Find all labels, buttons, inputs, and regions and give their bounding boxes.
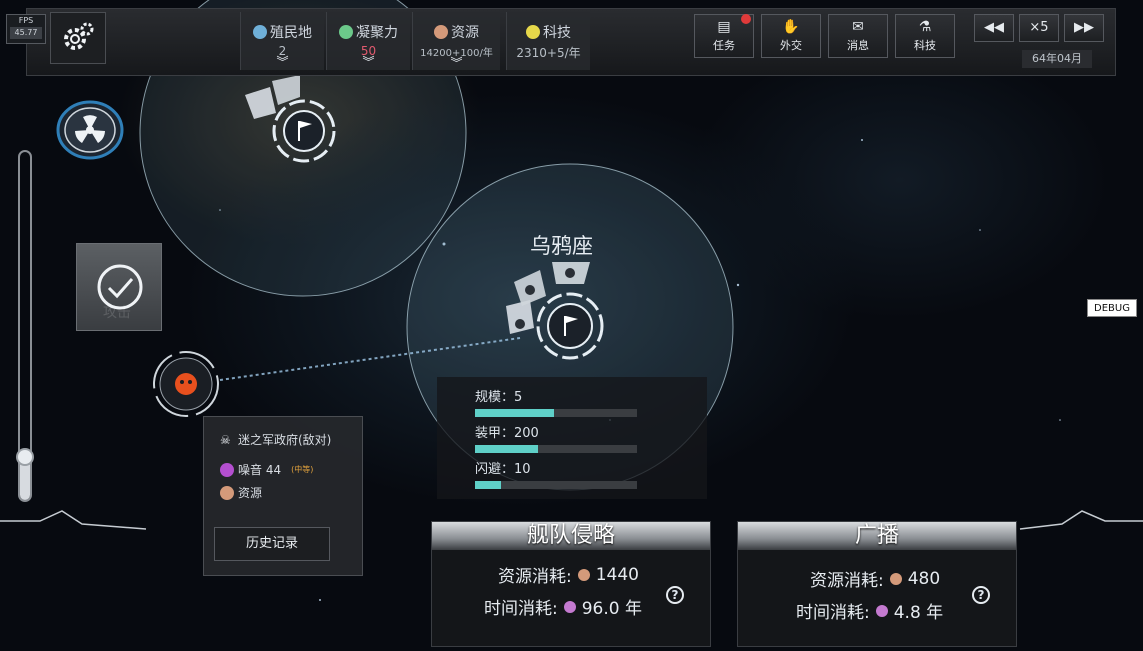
radiation-button[interactable] (56, 100, 124, 160)
faction-row: ☠ 迷之军政府(敌对) (220, 431, 332, 448)
fleet-evasion-label: 闪避：10 (475, 462, 531, 477)
menu-button-tech[interactable]: ⚗ 科技 (895, 14, 955, 58)
fleet-evasion-bar (475, 481, 637, 489)
action-fleet-invasion[interactable]: 舰队侵略 资源消耗: 1440 时间消耗: 96.0 年 ? (431, 521, 711, 647)
fleet-armor-label: 装甲：200 (475, 426, 539, 441)
time-label: 时间消耗: (796, 603, 870, 623)
cost-label: 资源消耗: (498, 567, 572, 587)
tech-icon (526, 25, 540, 39)
noise-row: 噪音 44 (中等) (220, 461, 314, 478)
fleet-scale-label: 规模：5 (475, 390, 523, 405)
resource-label: 资源 (238, 486, 263, 500)
menu-label: 外交 (780, 39, 802, 52)
resource-icon (220, 485, 234, 500)
cost-row: 资源消耗: 480 (810, 566, 941, 592)
fast-forward-button[interactable]: ▶▶ (1064, 14, 1104, 42)
constellation-name: 乌鸦座 (530, 234, 593, 258)
zoom-slider-fill (20, 460, 30, 500)
stat-label: 科技 (543, 25, 571, 41)
menu-button-messages[interactable]: ✉ 消息 (828, 14, 888, 58)
help-icon[interactable]: ? (666, 586, 684, 604)
debug-button[interactable]: DEBUG (1087, 299, 1137, 317)
game-date: 64年04月 (1022, 50, 1092, 68)
fps-label: FPS (18, 16, 34, 25)
stat-label: 资源 (451, 25, 479, 41)
menu-label: 科技 (914, 39, 936, 52)
resource-icon (434, 25, 448, 39)
message-icon: ✉ (852, 19, 864, 35)
rewind-button[interactable]: ◀◀ (974, 14, 1014, 42)
notification-dot (741, 14, 751, 24)
stat-colonies[interactable]: 殖民地 2 ︾ (240, 12, 324, 70)
cost-row: 资源消耗: 1440 (498, 562, 639, 588)
faction-name: 迷之军政府(敌对) (238, 433, 332, 447)
settings-button[interactable] (50, 12, 106, 64)
menu-label: 消息 (847, 39, 869, 52)
stat-label: 凝聚力 (356, 25, 398, 41)
time-value: 96.0 年 (581, 599, 642, 619)
fleet-scale-bar (475, 409, 637, 417)
stat-resources[interactable]: 资源 14200+100/年 ︾ (412, 12, 500, 70)
fleet-scale-bar-fill (475, 409, 555, 417)
fps-counter: FPS 45.77 (6, 14, 46, 44)
cost-value: 1440 (595, 564, 639, 585)
game-viewport: 凰座 乌鸦座 FPS 45.77 殖民地 2 ︾ 凝聚力 50 (0, 0, 1143, 651)
speed-multiplier-button[interactable]: ×5 (1019, 14, 1059, 42)
colony-node-crow[interactable] (500, 262, 610, 362)
noise-label: 噪音 44 (238, 463, 282, 477)
resource-icon (889, 572, 902, 585)
stat-label: 殖民地 (270, 25, 312, 41)
stat-value: 2310+5/年 (516, 46, 581, 60)
chevron-down-icon: ︾ (276, 55, 289, 69)
action-broadcast[interactable]: 广播 资源消耗: 480 时间消耗: 4.8 年 ? (737, 521, 1017, 647)
cohesion-icon (339, 25, 353, 39)
action-title: 广播 (738, 522, 1016, 550)
stat-tech[interactable]: 科技 2310+5/年 (506, 12, 590, 70)
time-icon (875, 604, 888, 617)
attack-confirm-button[interactable]: 攻击 (76, 243, 162, 331)
colony-node-top[interactable] (240, 75, 350, 170)
cost-value: 480 (907, 568, 941, 589)
menu-label: 任务 (713, 39, 735, 52)
handshake-icon: ✋ (782, 19, 800, 35)
stat-cohesion[interactable]: 凝聚力 50 ︾ (326, 12, 410, 70)
colony-icon (253, 25, 267, 39)
zoom-slider-handle[interactable] (16, 448, 34, 466)
chevron-down-icon: ︾ (450, 56, 463, 70)
skull-icon: ☠ (220, 432, 231, 447)
time-label: 时间消耗: (484, 599, 558, 619)
resource-row: 资源 (220, 484, 263, 501)
fleet-stats-panel: 规模：5 装甲：200 闪避：10 (437, 377, 707, 499)
noise-icon (220, 462, 234, 477)
history-button[interactable]: 历史记录 (214, 527, 330, 561)
fleet-evasion-bar-fill (475, 481, 501, 489)
action-title: 舰队侵略 (432, 522, 710, 550)
resource-icon (577, 568, 590, 581)
fps-value: 45.77 (10, 27, 42, 39)
gear-icon (64, 22, 94, 50)
cost-label: 资源消耗: (810, 571, 884, 591)
attack-faint-label: 攻击 (103, 305, 131, 321)
time-icon (563, 600, 576, 613)
noise-level-tag: (中等) (291, 465, 314, 474)
fleet-armor-bar-fill (475, 445, 539, 453)
menu-button-diplomacy[interactable]: ✋ 外交 (761, 14, 821, 58)
help-icon[interactable]: ? (972, 586, 990, 604)
fleet-armor-bar (475, 445, 637, 453)
time-value: 4.8 年 (893, 603, 944, 623)
enemy-node[interactable] (150, 349, 222, 421)
chevron-down-icon: ︾ (362, 55, 375, 69)
time-row: 时间消耗: 96.0 年 (484, 594, 642, 619)
time-row: 时间消耗: 4.8 年 (796, 598, 943, 623)
flask-icon: ⚗ (918, 19, 932, 35)
